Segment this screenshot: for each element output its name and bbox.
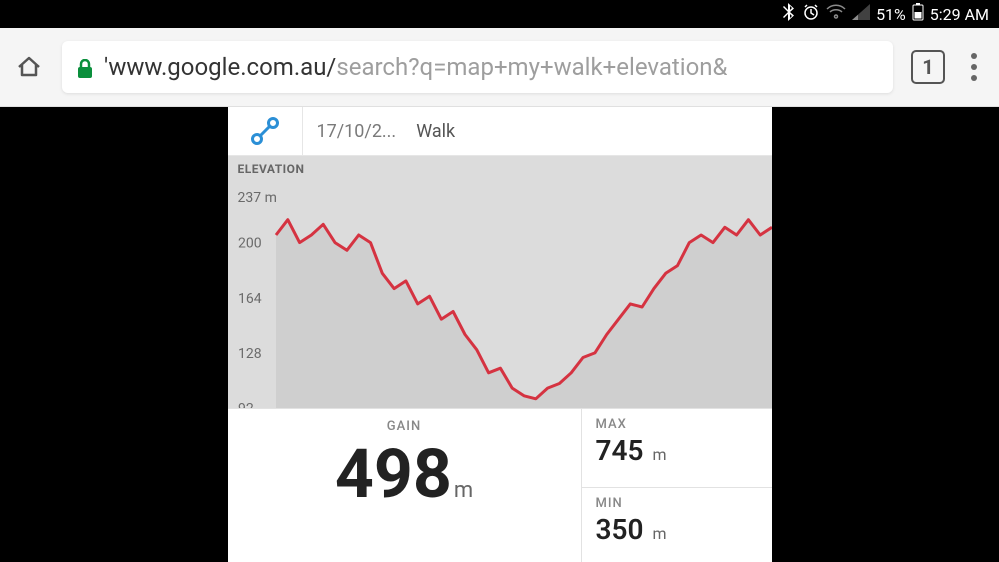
gain-label: GAIN: [387, 419, 421, 434]
lock-icon: [76, 57, 94, 77]
browser-url-bar: 'www.google.com.au/search?q=map+my+walk+…: [0, 28, 999, 107]
side-stats: MAX 745 m MIN 350 m: [582, 409, 772, 562]
gain-value: 498: [335, 434, 452, 514]
max-unit: m: [652, 445, 666, 464]
bluetooth-icon: [782, 3, 796, 25]
svg-text:164: 164: [238, 291, 262, 307]
status-bar: 51% 5:29 AM: [0, 0, 999, 28]
gain-cell: GAIN 498m: [228, 409, 582, 562]
gain-value-row: 498m: [335, 434, 473, 516]
signal-icon: [852, 4, 870, 24]
battery-pct: 51%: [876, 5, 906, 24]
chart-svg: 92 128 164 200: [228, 156, 772, 408]
max-label: MAX: [596, 417, 758, 432]
activity-type: Walk: [410, 121, 455, 142]
max-cell: MAX 745 m: [582, 409, 772, 488]
elevation-chart[interactable]: ELEVATION 237 m 92128164200: [228, 156, 772, 408]
url-field[interactable]: 'www.google.com.au/search?q=map+my+walk+…: [62, 41, 893, 93]
url-text: 'www.google.com.au/search?q=map+my+walk+…: [104, 53, 727, 81]
card-header: 17/10/2... Walk: [228, 107, 772, 156]
home-icon[interactable]: [14, 52, 44, 82]
wifi-icon: [826, 4, 846, 24]
page-content: 17/10/2... Walk ELEVATION 237 m 92128164…: [0, 107, 999, 562]
elevation-card: 17/10/2... Walk ELEVATION 237 m 92128164…: [228, 107, 772, 562]
activity-date: 17/10/2...: [303, 121, 411, 142]
min-unit: m: [652, 524, 666, 543]
battery-icon: [912, 3, 924, 25]
alarm-icon: [802, 3, 820, 25]
svg-text:200: 200: [238, 236, 262, 252]
min-label: MIN: [596, 496, 758, 511]
min-cell: MIN 350 m: [582, 488, 772, 562]
min-value: 350: [596, 513, 644, 546]
tab-count: 1: [922, 55, 933, 79]
svg-text:128: 128: [238, 346, 262, 362]
svg-text:92: 92: [238, 401, 254, 408]
route-icon[interactable]: [228, 107, 303, 155]
tabs-button[interactable]: 1: [911, 50, 945, 84]
max-value: 745: [596, 434, 644, 467]
stats-row: GAIN 498m MAX 745 m MIN 350 m: [228, 408, 772, 562]
overflow-menu-icon[interactable]: [963, 53, 985, 81]
gain-unit: m: [454, 478, 473, 503]
clock-time: 5:29 AM: [930, 5, 989, 24]
